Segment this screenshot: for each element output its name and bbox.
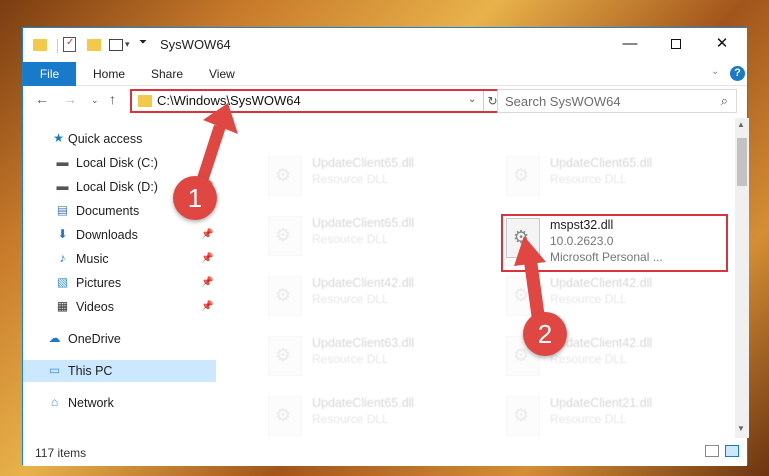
address-dropdown-icon[interactable]: ⌄	[468, 94, 476, 105]
dll-file-icon	[506, 156, 540, 196]
properties-icon[interactable]	[63, 37, 76, 52]
file-list: UpdateClient65.dll Resource DLL UpdateCl…	[216, 118, 735, 438]
list-item[interactable]: UpdateClient63.dll Resource DLL	[268, 332, 498, 380]
list-item[interactable]: UpdateClient42.dll Resource DLL	[268, 272, 498, 320]
sidebar-item-pictures[interactable]: ▧ Pictures 📌	[23, 272, 216, 294]
scroll-up-icon[interactable]: ▲	[737, 120, 745, 129]
scroll-thumb[interactable]	[737, 138, 747, 186]
documents-icon: ▤	[56, 203, 69, 217]
scroll-down-icon[interactable]: ▼	[737, 424, 745, 433]
status-bar: 117 items	[23, 438, 747, 466]
new-folder-icon[interactable]	[87, 39, 101, 51]
pin-icon: 📌	[201, 253, 214, 264]
navigation-pane: ★ Quick access ▬ Local Disk (C:) 📌 ▬ Loc…	[23, 118, 216, 438]
sidebar-item-onedrive[interactable]: ☁ OneDrive	[23, 328, 216, 350]
maximize-button[interactable]	[653, 28, 699, 62]
search-input[interactable]: Search SysWOW64 ⌕	[497, 89, 737, 113]
tab-view[interactable]: View	[209, 62, 235, 86]
highlight-box	[501, 214, 728, 272]
window-title: SysWOW64	[160, 37, 231, 52]
pin-icon: 📌	[201, 157, 214, 168]
maximize-icon	[671, 39, 681, 50]
music-icon: ♪	[59, 251, 66, 265]
step-2-badge: 2	[523, 312, 567, 356]
onedrive-icon: ☁	[48, 331, 61, 345]
toolbar-separator	[57, 39, 58, 53]
title-bar: ▾ ⏷ SysWOW64 — ✕	[23, 28, 747, 62]
customize-toolbar-icon[interactable]: ⏷	[139, 37, 147, 53]
minimize-button[interactable]: —	[607, 28, 653, 62]
folder-icon[interactable]	[33, 39, 47, 51]
back-button[interactable]: ←	[35, 91, 49, 107]
dll-file-icon	[506, 396, 540, 436]
sidebar-item-quick-access[interactable]: ★ Quick access	[23, 128, 216, 150]
list-item[interactable]: UpdateClient65.dll Resource DLL	[268, 212, 498, 260]
expand-ribbon-icon[interactable]: ⌄	[711, 66, 719, 77]
dll-file-icon	[268, 396, 302, 436]
dll-file-icon	[506, 276, 540, 316]
star-icon: ★	[53, 131, 64, 145]
recent-locations-button[interactable]: ⌄	[91, 95, 99, 106]
address-bar[interactable]: C:\Windows\SysWOW64 ⌄ ↻	[130, 89, 503, 113]
up-button[interactable]: ↑	[109, 91, 116, 107]
dll-file-icon	[268, 156, 302, 196]
list-item[interactable]: UpdateClient65.dll Resource DLL	[268, 152, 498, 200]
help-icon[interactable]: ?	[730, 66, 745, 81]
drive-icon: ▬	[56, 155, 69, 169]
downloads-icon: ⬇	[57, 227, 68, 241]
list-item[interactable]: UpdateClient65.dll Resource DLL	[506, 152, 735, 200]
list-item[interactable]: UpdateClient65.dll Resource DLL	[268, 392, 498, 438]
sidebar-item-videos[interactable]: ▦ Videos 📌	[23, 296, 216, 318]
tab-file[interactable]: File	[23, 62, 76, 86]
address-path[interactable]: C:\Windows\SysWOW64	[157, 93, 301, 108]
drive-icon: ▬	[56, 179, 69, 193]
chevron-down-icon[interactable]: ▾	[125, 39, 130, 55]
details-view-icon[interactable]	[705, 445, 719, 457]
vertical-scrollbar[interactable]: ▲ ▼	[735, 118, 749, 438]
search-placeholder: Search SysWOW64	[505, 94, 621, 109]
tab-share[interactable]: Share	[151, 62, 183, 86]
step-1-badge: 1	[173, 176, 217, 220]
pictures-icon: ▧	[56, 275, 69, 289]
pin-icon: 📌	[201, 301, 214, 312]
network-icon: ⌂	[50, 395, 59, 409]
sidebar-item-network[interactable]: ⌂ Network	[23, 392, 216, 414]
tab-home[interactable]: Home	[93, 62, 125, 86]
forward-button[interactable]: →	[63, 91, 77, 107]
dll-file-icon	[268, 276, 302, 316]
sidebar-item-music[interactable]: ♪ Music 📌	[23, 248, 216, 270]
explorer-window: ▾ ⏷ SysWOW64 — ✕ File Home Share View ⌄ …	[22, 27, 749, 466]
computer-icon: ▭	[48, 363, 61, 377]
pin-icon: 📌	[201, 277, 214, 288]
navigation-bar: ← → ⌄ ↑ C:\Windows\SysWOW64 ⌄ ↻ Search S…	[23, 86, 747, 118]
view-options-icon[interactable]	[109, 39, 123, 51]
ribbon-tabs: File Home Share View ⌄ ?	[23, 62, 747, 86]
sidebar-item-local-disk-c[interactable]: ▬ Local Disk (C:) 📌	[23, 152, 216, 174]
dll-file-icon	[268, 336, 302, 376]
list-item[interactable]: UpdateClient21.dll Resource DLL	[506, 392, 735, 438]
videos-icon: ▦	[56, 299, 69, 313]
search-icon: ⌕	[720, 93, 728, 108]
sidebar-item-downloads[interactable]: ⬇ Downloads 📌	[23, 224, 216, 246]
dll-file-icon	[268, 216, 302, 256]
tiles-view-icon[interactable]	[725, 445, 739, 457]
folder-icon	[138, 95, 152, 107]
close-button[interactable]: ✕	[699, 28, 745, 62]
item-count: 117 items	[35, 446, 87, 460]
pin-icon: 📌	[201, 229, 214, 240]
sidebar-item-this-pc[interactable]: ▭ This PC	[23, 360, 216, 382]
